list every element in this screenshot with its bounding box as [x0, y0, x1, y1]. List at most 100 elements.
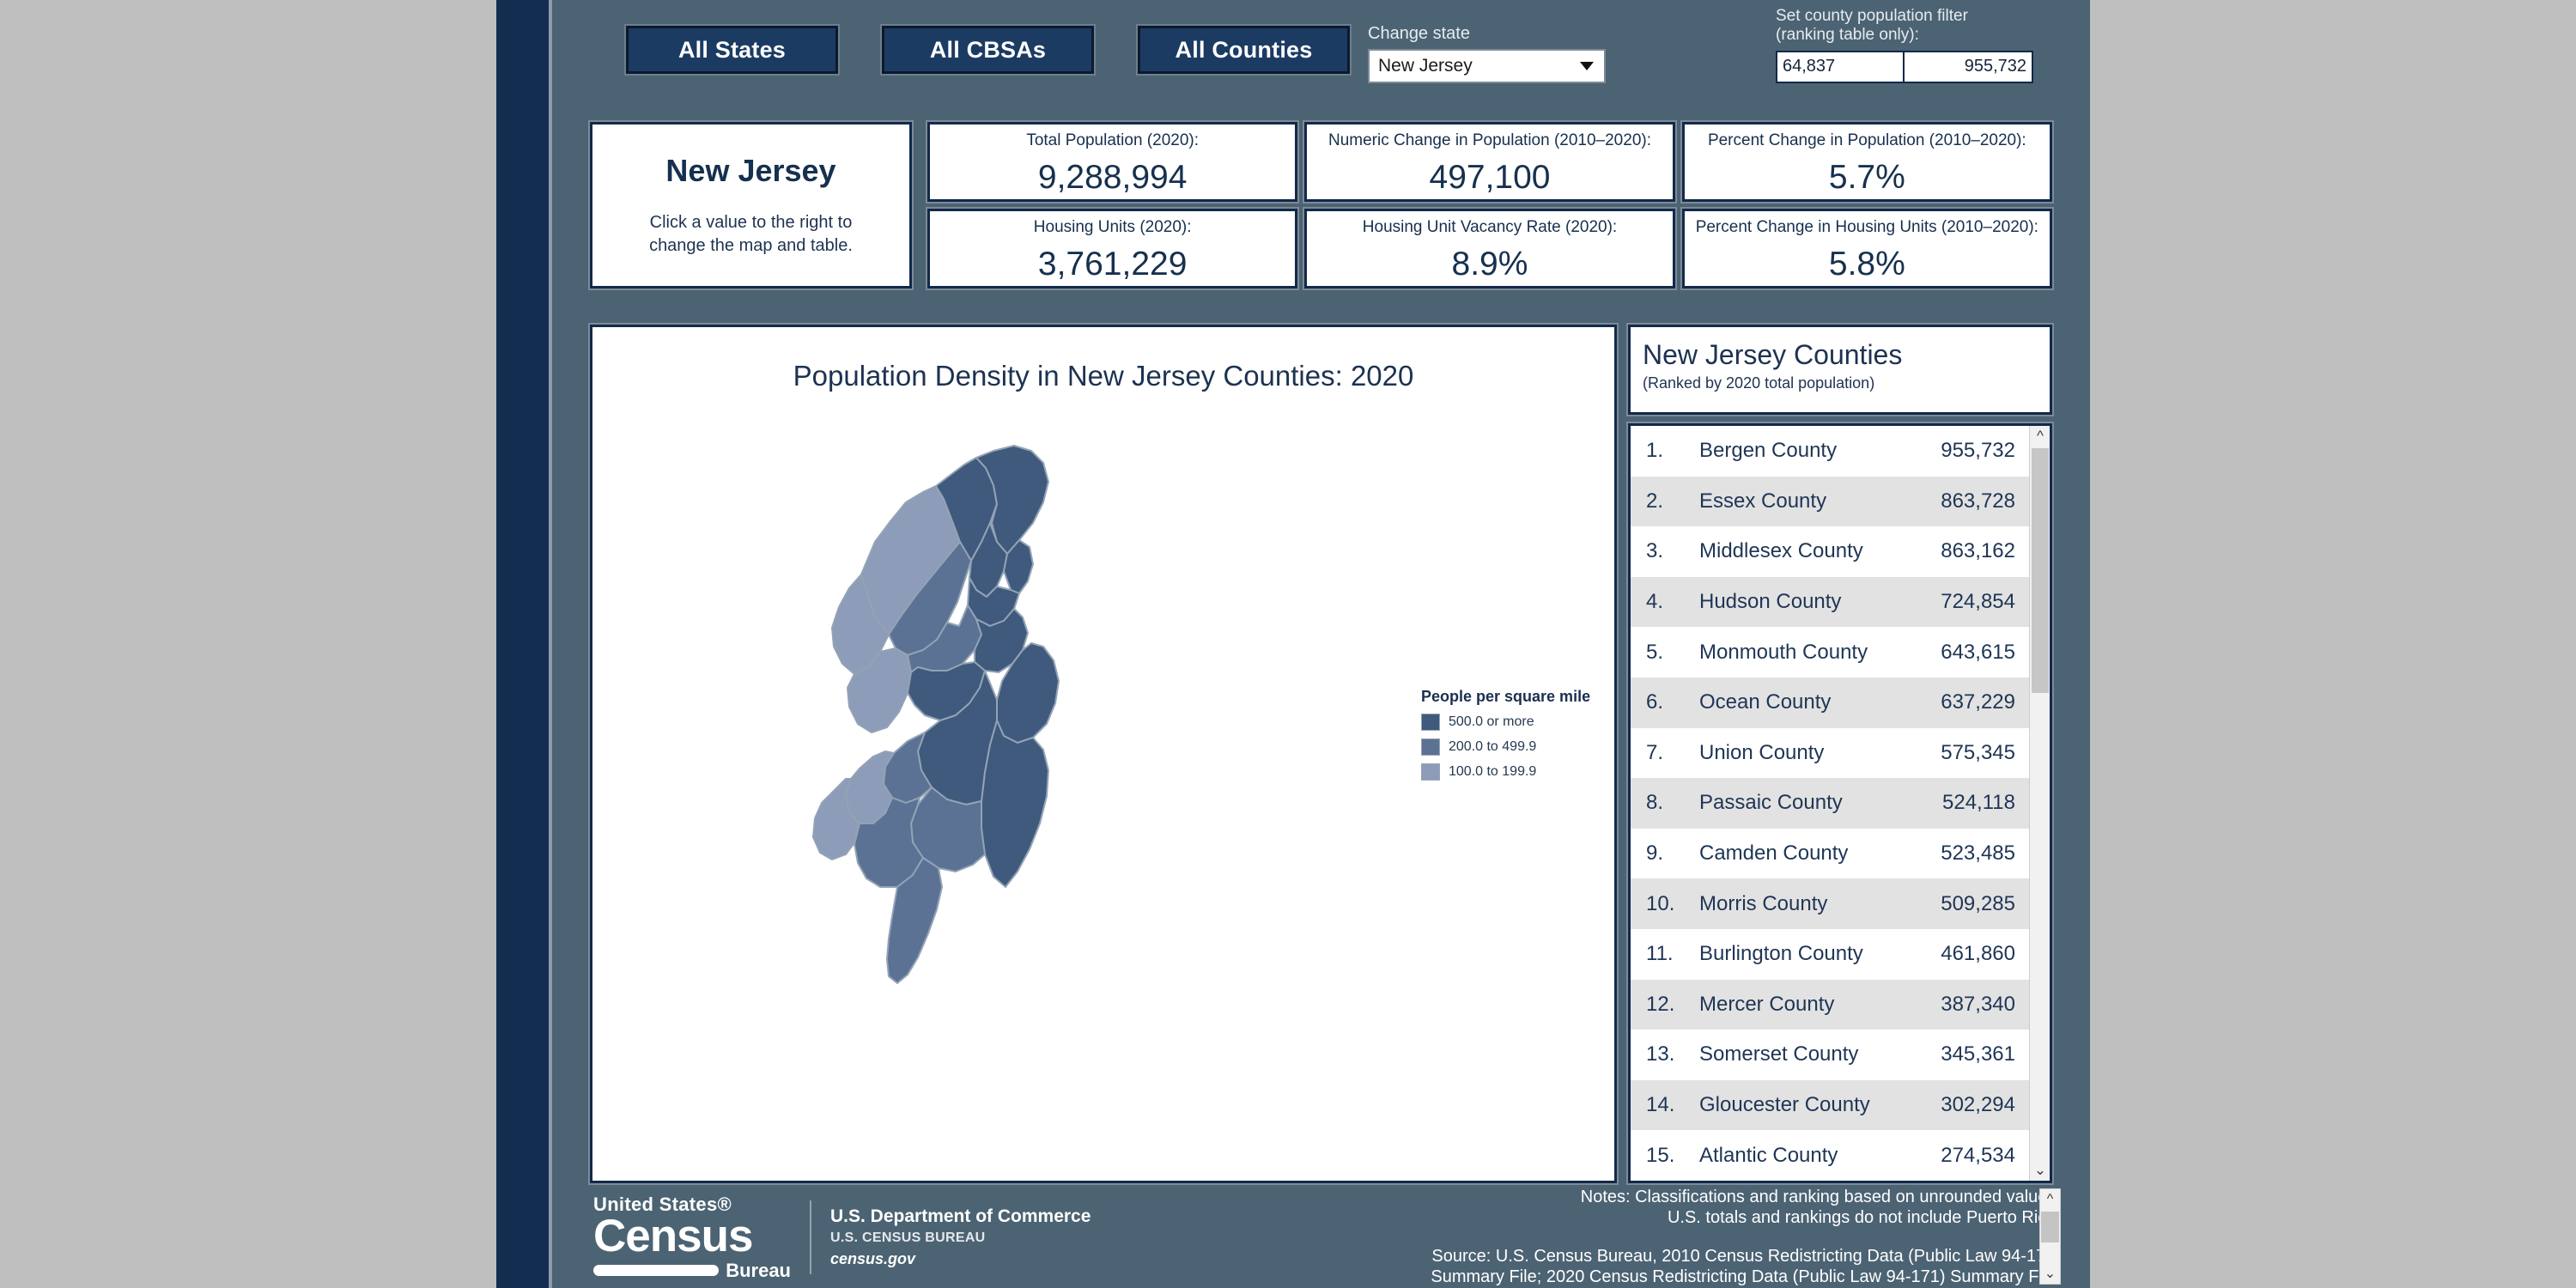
row-rank: 6.: [1646, 690, 1664, 714]
table-row[interactable]: 3. Middlesex County 863,162: [1631, 526, 2029, 577]
table-row[interactable]: 9. Camden County 523,485: [1631, 829, 2029, 879]
stat-card-housing-units[interactable]: Housing Units (2020): 3,761,229: [927, 209, 1298, 289]
row-name: Morris County: [1699, 891, 1828, 915]
population-filter-inputs: [1776, 50, 2033, 83]
legend-swatch-icon: [1421, 763, 1440, 781]
row-name: Hudson County: [1699, 590, 1842, 614]
stat-card-total-population[interactable]: Total Population (2020): 9,288,994: [927, 122, 1298, 202]
all-states-button[interactable]: All States: [626, 26, 838, 74]
notes-line-3: Source: U.S. Census Bureau, 2010 Census …: [1431, 1246, 2061, 1266]
table-row[interactable]: 13. Somerset County 345,361: [1631, 1030, 2029, 1080]
stat-label: Housing Units (2020):: [1033, 218, 1192, 236]
row-value: 274,534: [1941, 1143, 2015, 1167]
chevron-down-icon[interactable]: ⌄: [2040, 1263, 2060, 1284]
table-row[interactable]: 14. Gloucester County 302,294: [1631, 1079, 2029, 1131]
chevron-up-icon[interactable]: ^: [2030, 426, 2050, 447]
legend-title: People per square mile: [1421, 688, 1591, 705]
all-counties-button[interactable]: All Counties: [1138, 26, 1350, 74]
stat-value: 8.9%: [1451, 246, 1528, 283]
population-filter-min-input[interactable]: [1777, 52, 1905, 82]
row-name: Burlington County: [1699, 942, 1863, 966]
row-rank: 8.: [1646, 791, 1664, 815]
row-rank: 4.: [1646, 590, 1664, 614]
table-row[interactable]: 12. Mercer County 387,340: [1631, 979, 2029, 1030]
table-row[interactable]: 11. Burlington County 461,860: [1631, 929, 2029, 980]
change-state-select[interactable]: New Jersey: [1368, 49, 1606, 83]
new-jersey-county-map[interactable]: [760, 413, 1206, 1160]
state-hint-line2: change the map and table.: [649, 236, 853, 255]
table-row[interactable]: 6. Ocean County 637,229: [1631, 677, 2029, 728]
legend-item: 200.0 to 499.9: [1421, 738, 1619, 756]
table-row[interactable]: 4. Hudson County 724,854: [1631, 576, 2029, 628]
stat-card-housing-vacancy-rate[interactable]: Housing Unit Vacancy Rate (2020): 8.9%: [1304, 209, 1675, 289]
row-rank: 5.: [1646, 640, 1664, 664]
row-value: 509,285: [1941, 891, 2015, 915]
population-filter-max-input[interactable]: [1905, 52, 2032, 82]
row-name: Essex County: [1699, 489, 1827, 513]
chevron-up-icon[interactable]: ^: [2040, 1189, 2060, 1210]
scrollbar-thumb[interactable]: [2041, 1212, 2059, 1242]
table-row[interactable]: 10. Morris County 509,285: [1631, 878, 2029, 929]
row-value: 345,361: [1941, 1042, 2015, 1066]
table-row[interactable]: 15. Atlantic County 274,534: [1631, 1130, 2029, 1181]
footer: United States® Census Bureau U.S. Depart…: [552, 1183, 2090, 1288]
legend-swatch-icon: [1421, 714, 1440, 731]
left-background-gutter: [0, 0, 496, 1288]
table-row[interactable]: 2. Essex County 863,728: [1631, 476, 2029, 527]
census-dashboard-app: All States All CBSAs All Counties Change…: [552, 0, 2090, 1288]
table-row[interactable]: 1. Bergen County 955,732: [1631, 426, 2029, 477]
stat-card-percent-change-population[interactable]: Percent Change in Population (2010–2020)…: [1681, 122, 2052, 202]
all-cbsas-button[interactable]: All CBSAs: [882, 26, 1094, 74]
chevron-down-icon[interactable]: ⌄: [2030, 1160, 2050, 1181]
stat-card-numeric-change-population[interactable]: Numeric Change in Population (2010–2020)…: [1304, 122, 1675, 202]
legend-item: 100.0 to 199.9: [1421, 763, 1619, 781]
logo-census-text: Census: [593, 1211, 753, 1261]
stat-value: 5.8%: [1828, 246, 1905, 283]
change-state-selected-value: New Jersey: [1378, 56, 1473, 76]
department-text: U.S. Department of Commerce: [830, 1206, 1091, 1227]
stat-value: 9,288,994: [1037, 159, 1188, 196]
table-row[interactable]: 5. Monmouth County 643,615: [1631, 627, 2029, 677]
row-value: 575,345: [1941, 740, 2015, 764]
row-name: Atlantic County: [1699, 1143, 1838, 1167]
logo-agency-block: U.S. Department of Commerce U.S. CENSUS …: [830, 1206, 1091, 1268]
notes-line-1: Notes: Classifications and ranking based…: [1580, 1188, 2061, 1206]
state-name: New Jersey: [665, 153, 836, 188]
logo-bottom-row: Bureau: [593, 1261, 791, 1280]
row-value: 302,294: [1941, 1093, 2015, 1117]
row-rank: 1.: [1646, 439, 1664, 463]
right-background-gutter: [2090, 0, 2576, 1288]
ranking-scrollbar[interactable]: ^ ⌄: [2029, 426, 2050, 1181]
agency-text: U.S. CENSUS BUREAU: [830, 1230, 986, 1246]
state-hint: Click a value to the right to change the…: [649, 211, 853, 258]
census-gov-link[interactable]: census.gov: [830, 1250, 1091, 1268]
map-panel: Population Density in New Jersey Countie…: [590, 325, 1617, 1183]
row-value: 863,728: [1941, 489, 2015, 513]
state-summary-card: New Jersey Click a value to the right to…: [590, 122, 912, 289]
population-filter-label-line1: Set county population filter: [1776, 7, 1968, 25]
table-row[interactable]: 8. Passaic County 524,118: [1631, 778, 2029, 829]
all-counties-button-label: All Counties: [1175, 36, 1313, 63]
footer-notes: Notes: Classifications and ranking based…: [1340, 1187, 2061, 1288]
row-value: 863,162: [1941, 539, 2015, 563]
logo-divider: [810, 1200, 811, 1275]
row-rank: 9.: [1646, 841, 1664, 866]
legend-label: 100.0 to 199.9: [1449, 764, 1537, 779]
row-value: 523,485: [1941, 841, 2015, 866]
row-value: 643,615: [1941, 640, 2015, 664]
legend-label: 500.0 or more: [1449, 714, 1534, 729]
notes-line-2: U.S. totals and rankings do not include …: [1667, 1208, 2061, 1228]
scrollbar-thumb[interactable]: [2032, 448, 2049, 693]
table-row[interactable]: 7. Union County 575,345: [1631, 728, 2029, 779]
stat-card-percent-change-housing-units[interactable]: Percent Change in Housing Units (2010–20…: [1681, 209, 2052, 289]
stat-label: Numeric Change in Population (2010–2020)…: [1327, 131, 1651, 149]
change-state-control: Change state New Jersey: [1368, 24, 1608, 83]
county-ocean: [981, 720, 1049, 888]
row-name: Middlesex County: [1699, 539, 1863, 563]
logo-bureau-text: Bureau: [726, 1259, 791, 1281]
ranking-header: New Jersey Counties (Ranked by 2020 tota…: [1628, 325, 2052, 415]
row-name: Bergen County: [1699, 439, 1838, 463]
row-name: Passaic County: [1699, 791, 1843, 815]
census-bureau-logo: United States® Census Bureau U.S. Depart…: [593, 1195, 1091, 1280]
notes-scrollbar[interactable]: ^ ⌄: [2039, 1188, 2061, 1285]
